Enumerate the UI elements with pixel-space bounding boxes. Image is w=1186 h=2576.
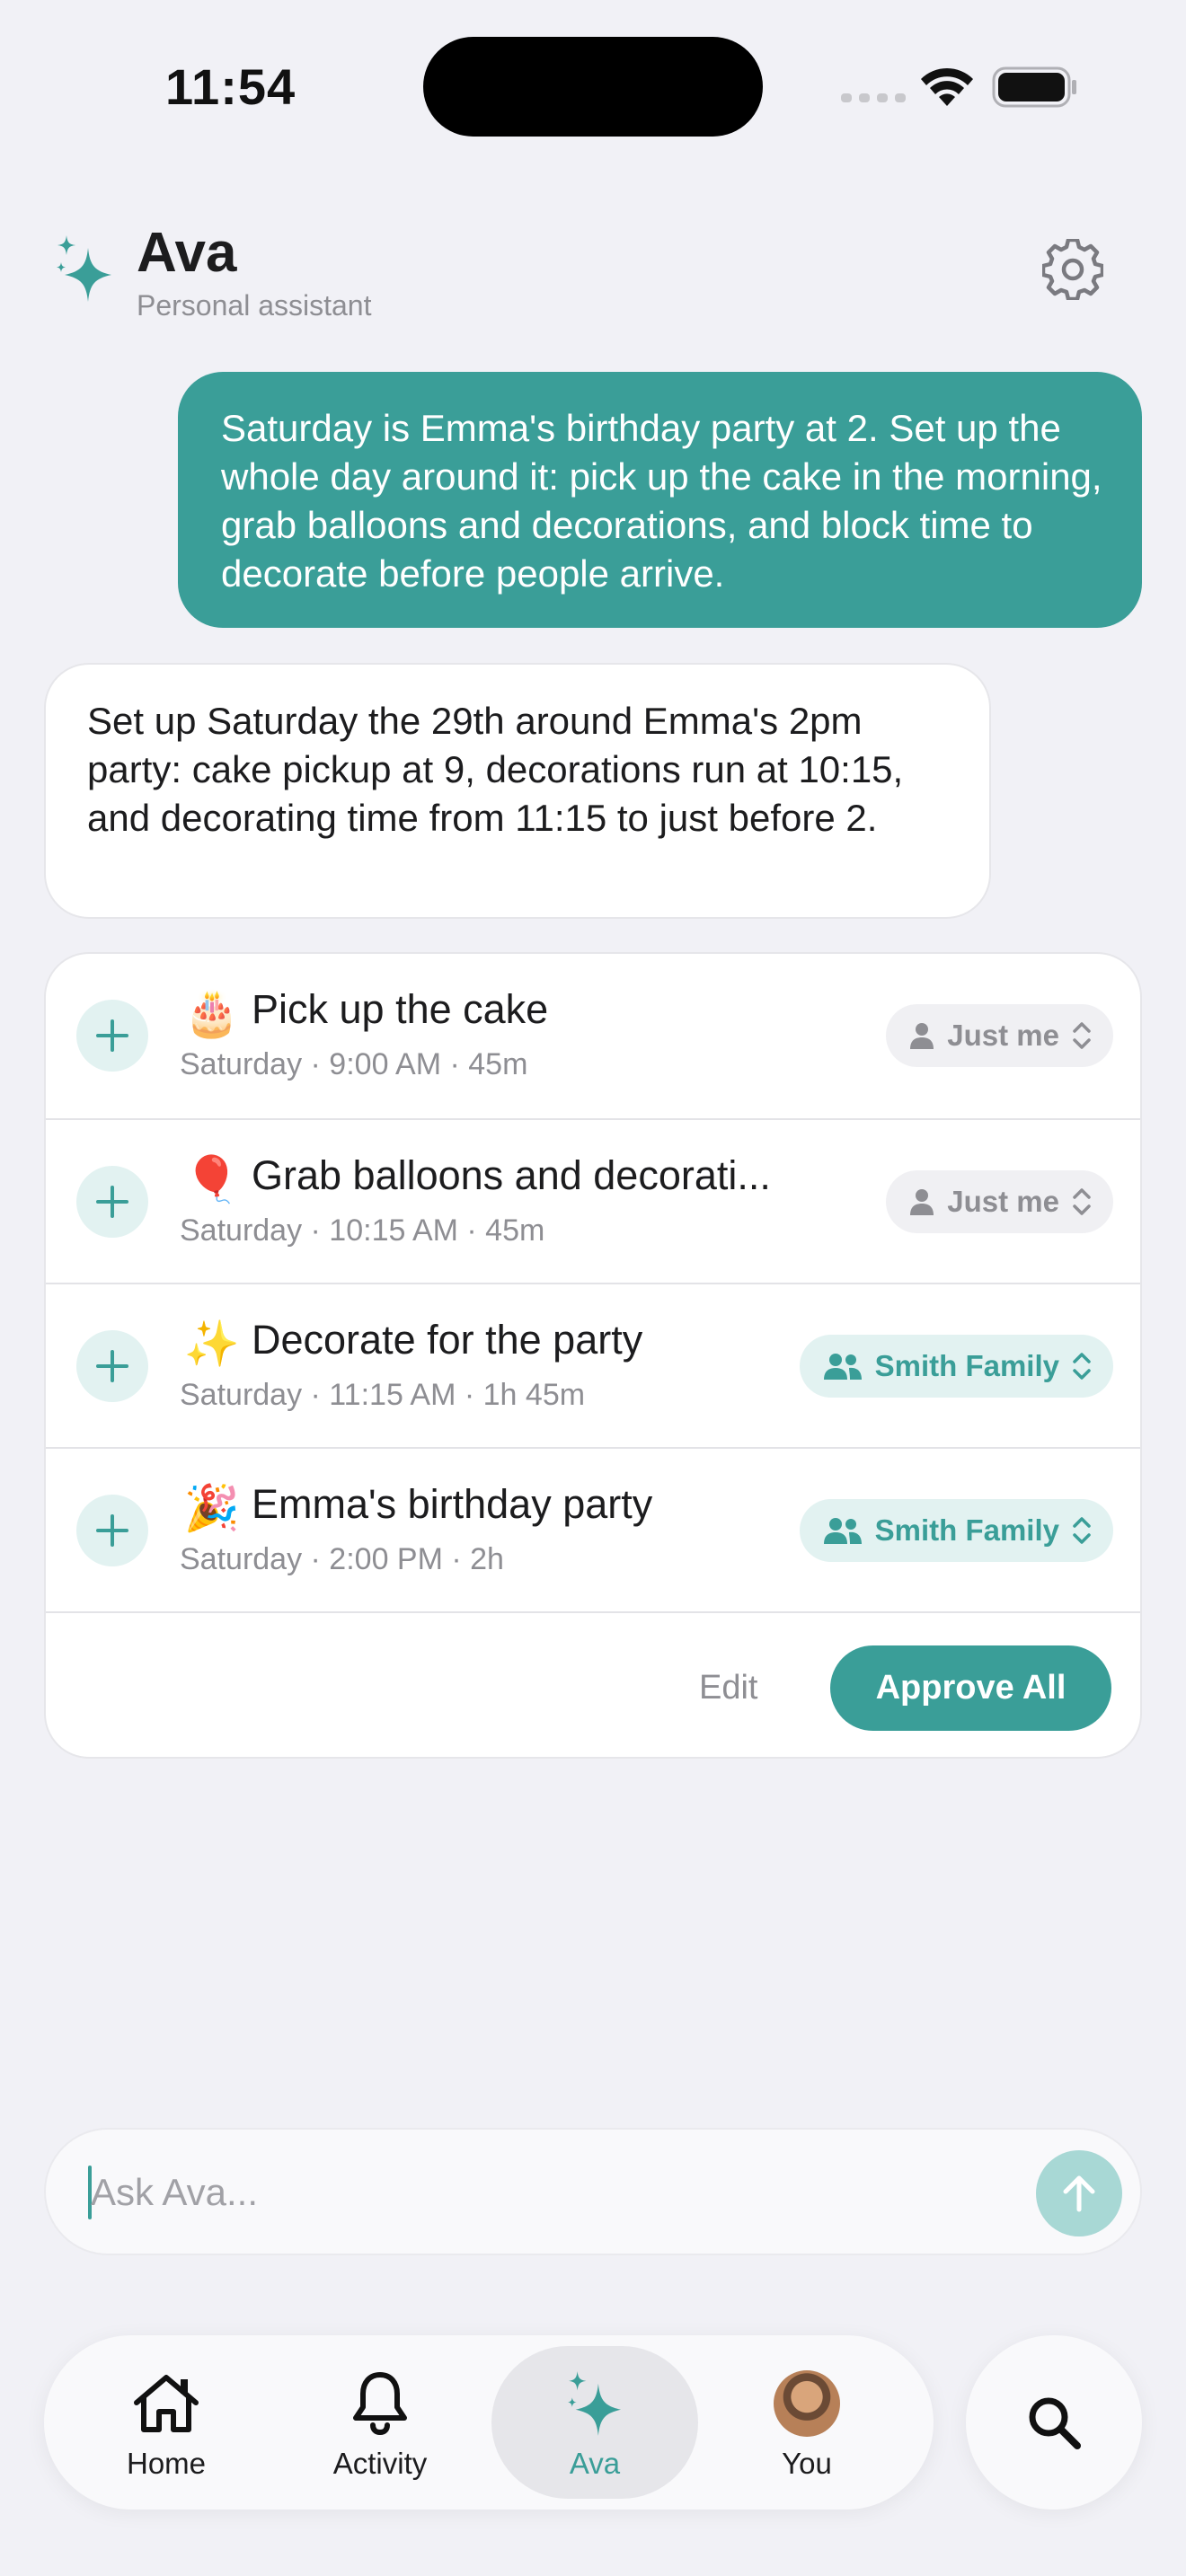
chevron-updown-icon [1073, 1353, 1091, 1380]
tab-label: Ava [569, 2447, 621, 2480]
people-icon [823, 1354, 862, 1380]
tab-activity[interactable]: Activity [290, 2335, 470, 2510]
calendar-picker[interactable]: Just me [886, 1170, 1113, 1233]
plus-icon [96, 1514, 128, 1547]
calendar-picker[interactable]: Just me [886, 1004, 1113, 1067]
user-message-bubble: Saturday is Emma's birthday party at 2. … [178, 372, 1142, 628]
tab-ava[interactable]: Ava [505, 2335, 685, 2510]
calendar-picker[interactable]: Smith Family [799, 1335, 1113, 1398]
tab-label: Activity [332, 2447, 428, 2480]
add-event-button[interactable] [76, 1166, 148, 1238]
event-meta: Saturday · 2:00 PM · 2h [180, 1542, 504, 1576]
sparkles-emoji: ✨ [183, 1318, 241, 1370]
sparkles-icon [567, 2371, 622, 2436]
event-title: Grab balloons and decorati... [252, 1152, 771, 1198]
plus-icon [96, 1186, 128, 1218]
cellular-signal-icon [841, 93, 906, 102]
wifi-icon [921, 67, 973, 106]
tab-label: You [782, 2447, 832, 2480]
chevron-updown-icon [1073, 1022, 1091, 1049]
search-button[interactable] [966, 2335, 1142, 2510]
proposed-events-card: 🎂 Pick up the cake Saturday · 9:00 AM · … [44, 952, 1142, 1759]
event-meta: Saturday · 9:00 AM · 45m [180, 1047, 528, 1081]
calendar-label: Smith Family [874, 1349, 1059, 1382]
assistant-title: Ava [137, 222, 237, 284]
battery-icon [992, 66, 1076, 108]
assistant-subtitle: Personal assistant [137, 289, 372, 322]
calendar-label: Just me [947, 1019, 1059, 1052]
balloon-emoji: 🎈 [183, 1153, 241, 1205]
add-event-button[interactable] [76, 1000, 148, 1072]
house-icon [134, 2375, 199, 2432]
assistant-message-bubble: Set up Saturday the 29th around Emma's 2… [44, 663, 991, 919]
add-event-button[interactable] [76, 1330, 148, 1402]
event-meta: Saturday · 10:15 AM · 45m [180, 1213, 545, 1248]
event-row: 🎂 Pick up the cake Saturday · 9:00 AM · … [46, 954, 1140, 1118]
avatar [774, 2370, 840, 2437]
bell-icon [353, 2372, 407, 2436]
calendar-picker[interactable]: Smith Family [799, 1499, 1113, 1562]
cake-emoji: 🎂 [183, 987, 241, 1039]
party-popper-emoji: 🎉 [183, 1482, 241, 1534]
people-icon [823, 1518, 862, 1544]
gear-icon[interactable] [1042, 239, 1103, 300]
event-title: Decorate for the party [252, 1317, 643, 1363]
person-icon [910, 1189, 934, 1215]
event-row: ✨ Decorate for the party Saturday · 11:1… [46, 1283, 1140, 1447]
status-time: 11:54 [165, 58, 296, 115]
tab-label: Home [126, 2447, 207, 2480]
dynamic-island [423, 37, 763, 137]
calendar-label: Just me [947, 1185, 1059, 1218]
plus-icon [96, 1350, 128, 1382]
card-actions: Edit Approve All [46, 1611, 1140, 1757]
chevron-updown-icon [1073, 1517, 1091, 1544]
calendar-label: Smith Family [874, 1513, 1059, 1547]
chevron-updown-icon [1073, 1188, 1091, 1215]
ava-sparkles-icon [57, 235, 111, 302]
event-row: 🎉 Emma's birthday party Saturday · 2:00 … [46, 1447, 1140, 1611]
search-icon [1029, 2397, 1081, 2449]
event-title: Pick up the cake [252, 986, 549, 1032]
event-row: 🎈 Grab balloons and decorati... Saturday… [46, 1118, 1140, 1283]
send-button[interactable] [1036, 2150, 1122, 2236]
arrow-up-icon [1063, 2175, 1095, 2212]
person-icon [910, 1023, 934, 1049]
add-event-button[interactable] [76, 1495, 148, 1566]
tab-you[interactable]: You [717, 2335, 897, 2510]
approve-all-button[interactable]: Approve All [830, 1645, 1111, 1731]
edit-button[interactable]: Edit [699, 1669, 757, 1707]
ask-bar [44, 2128, 1142, 2255]
tab-bar: Home Activity Ava You [44, 2335, 934, 2510]
ask-input[interactable] [91, 2157, 989, 2228]
tab-home[interactable]: Home [76, 2335, 256, 2510]
event-meta: Saturday · 11:15 AM · 1h 45m [180, 1378, 586, 1412]
plus-icon [96, 1019, 128, 1052]
event-title: Emma's birthday party [252, 1481, 653, 1527]
